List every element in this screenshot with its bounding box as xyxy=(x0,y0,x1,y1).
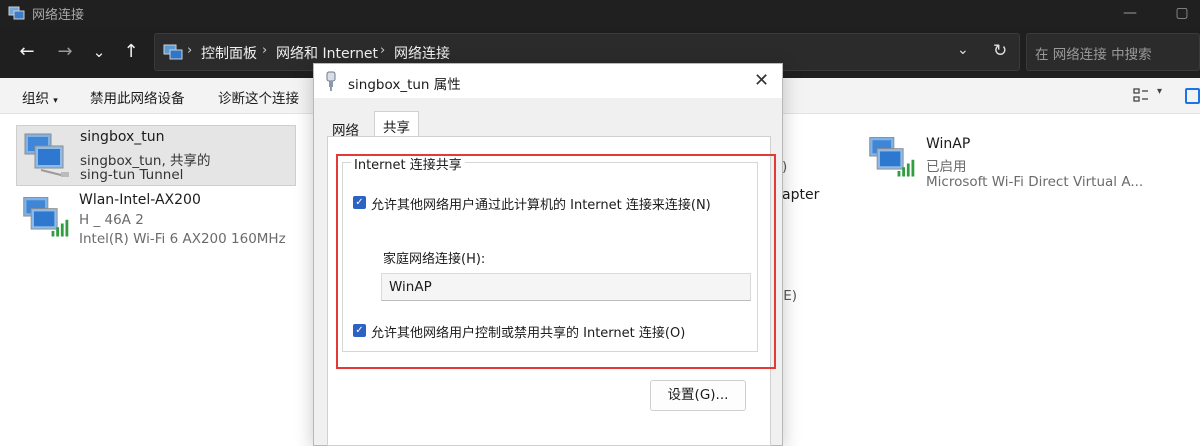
change-view-icon[interactable] xyxy=(1133,88,1149,104)
maximize-button[interactable]: ▢ xyxy=(1172,3,1192,23)
chevron-down-icon[interactable]: ⌄ xyxy=(957,42,969,58)
wifi-adapter-icon xyxy=(23,197,69,237)
breadcrumb-separator: › xyxy=(262,43,268,58)
allow-connect-label: 允许其他网络用户通过此计算机的 Internet 连接来连接(N) xyxy=(371,198,711,213)
connection-status: 已启用 xyxy=(926,159,967,175)
search-input[interactable]: 在 网络连接 中搜索 xyxy=(1026,33,1200,71)
breadcrumb-control-panel[interactable]: 控制面板 xyxy=(201,43,257,63)
organize-label: 组织 xyxy=(22,91,49,107)
breadcrumb-network-internet[interactable]: 网络和 Internet xyxy=(276,43,378,63)
settings-button[interactable]: 设置(G)... xyxy=(650,380,746,411)
window-titlebar: 网络连接 — ▢ xyxy=(0,0,1200,26)
recent-locations-button[interactable]: ⌄ xyxy=(86,39,112,65)
breadcrumb-separator: › xyxy=(187,43,193,58)
back-button[interactable]: ← xyxy=(14,39,40,65)
connection-item-winap[interactable]: WinAP 已启用 Microsoft Wi-Fi Direct Virtual… xyxy=(866,132,1166,192)
breadcrumb-network-connections[interactable]: 网络连接 xyxy=(394,43,450,63)
diagnose-connection-button[interactable]: 诊断这个连接 xyxy=(218,87,299,107)
connection-name: singbox_tun xyxy=(80,129,165,145)
disable-device-button[interactable]: 禁用此网络设备 xyxy=(90,87,185,107)
connection-item-singbox-tun[interactable]: singbox_tun singbox_tun, 共享的 sing-tun Tu… xyxy=(16,125,296,186)
forward-button[interactable]: → xyxy=(52,39,78,65)
dialog-titlebar: singbox_tun 属性 ✕ xyxy=(314,64,782,98)
close-icon[interactable]: ✕ xyxy=(754,70,769,91)
sharing-tab-panel: Internet 连接共享 ✓ 允许其他网络用户通过此计算机的 Internet… xyxy=(327,136,771,446)
home-network-label: 家庭网络连接(H): xyxy=(383,252,486,267)
up-button[interactable]: ↑ xyxy=(118,39,144,65)
allow-control-checkbox[interactable]: ✓ xyxy=(353,324,366,337)
home-network-select[interactable]: WinAP xyxy=(381,273,751,301)
connection-device: Intel(R) Wi-Fi 6 AX200 160MHz xyxy=(79,231,286,247)
connection-item-wlan-intel-ax200[interactable]: Wlan-Intel-AX200 H _ 46A 2 Intel(R) Wi-F… xyxy=(16,190,306,250)
minimize-button[interactable]: — xyxy=(1120,3,1140,23)
connection-device: sing-tun Tunnel xyxy=(80,167,184,183)
breadcrumb-separator: › xyxy=(380,43,386,58)
allow-connect-checkbox[interactable]: ✓ xyxy=(353,196,366,209)
refresh-icon[interactable]: ↻ xyxy=(993,41,1007,61)
organize-button[interactable]: 组织 ▾ xyxy=(22,87,58,107)
network-adapter-icon xyxy=(24,133,69,177)
allow-control-label: 允许其他网络用户控制或禁用共享的 Internet 连接(O) xyxy=(371,326,686,341)
control-panel-icon xyxy=(163,44,183,60)
wifi-direct-adapter-icon xyxy=(869,137,915,177)
dialog-title: singbox_tun 属性 xyxy=(348,77,461,93)
connection-status: singbox_tun, 共享的 xyxy=(80,153,211,169)
network-connections-icon xyxy=(8,6,25,20)
connection-device: Microsoft Wi-Fi Direct Virtual A... xyxy=(926,174,1144,190)
connection-name: WinAP xyxy=(926,136,971,152)
tab-sharing[interactable]: 共享 xyxy=(374,111,419,138)
obscured-connection-text: apter xyxy=(782,187,820,203)
connection-status: H _ 46A 2 xyxy=(79,212,144,228)
network-cable-icon xyxy=(326,71,336,91)
preview-pane-icon[interactable] xyxy=(1185,88,1200,104)
properties-dialog: singbox_tun 属性 ✕ 网络 共享 Internet 连接共享 ✓ 允… xyxy=(313,63,783,446)
ics-group-label: Internet 连接共享 xyxy=(351,154,465,173)
ics-groupbox: Internet 连接共享 ✓ 允许其他网络用户通过此计算机的 Internet… xyxy=(342,154,758,352)
tab-network[interactable]: 网络 xyxy=(324,115,367,139)
dropdown-arrow-icon: ▾ xyxy=(53,96,58,106)
view-dropdown-icon[interactable]: ▾ xyxy=(1157,86,1162,97)
connection-name: Wlan-Intel-AX200 xyxy=(79,192,201,208)
window-title: 网络连接 xyxy=(32,8,85,23)
